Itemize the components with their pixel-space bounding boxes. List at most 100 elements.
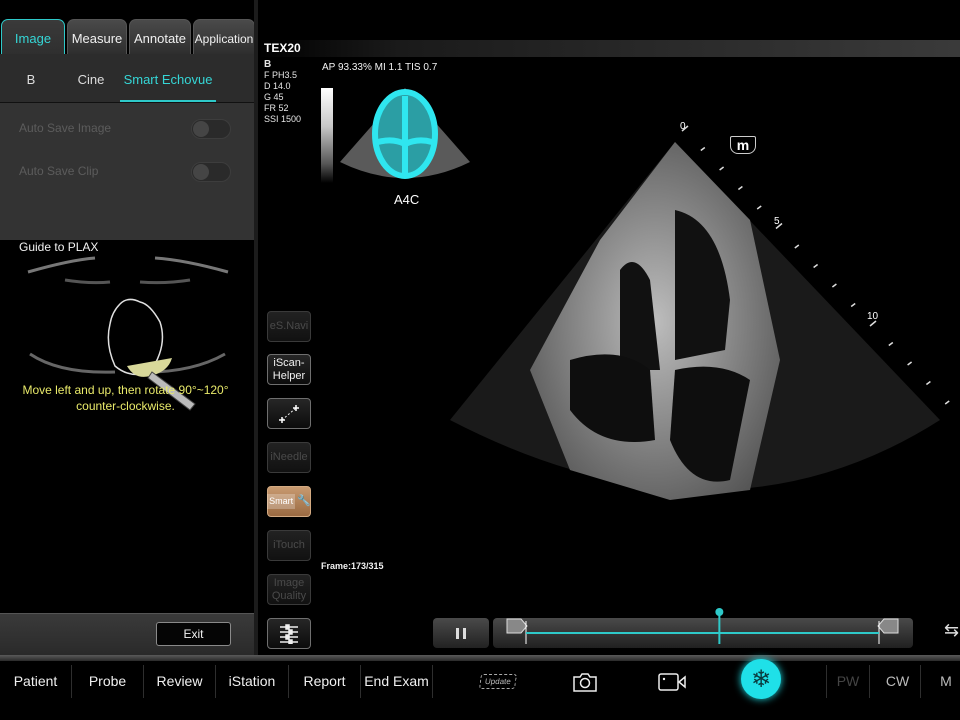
bottom-bar: Patient Probe Review iStation Report End… bbox=[0, 659, 960, 720]
auto-save-clip-toggle[interactable] bbox=[191, 162, 231, 182]
depth-tick bbox=[737, 185, 743, 191]
grayscale-bar bbox=[321, 88, 333, 183]
subtab-b[interactable]: B bbox=[0, 54, 62, 102]
depth-scale bbox=[681, 125, 950, 405]
tab-bar: Image Measure Annotate Application bbox=[0, 19, 258, 54]
panel-divider bbox=[254, 0, 258, 655]
param-ssi: SSI 1500 bbox=[264, 114, 302, 124]
smart-label: Smart bbox=[267, 494, 296, 509]
video-camera-icon bbox=[658, 672, 686, 691]
orientation-marker: m bbox=[730, 136, 756, 154]
depth-ticks bbox=[681, 125, 950, 405]
m-mode-button[interactable]: M bbox=[926, 665, 960, 698]
subtab-bar: B Cine Smart Echovue bbox=[0, 54, 254, 102]
pause-icon-bar bbox=[463, 627, 466, 639]
exit-button[interactable]: Exit bbox=[156, 622, 231, 646]
depth-tick bbox=[850, 302, 856, 308]
cine-position-handle[interactable] bbox=[715, 608, 724, 616]
review-button[interactable]: Review bbox=[144, 665, 216, 698]
param-frequency: F PH3.5 bbox=[264, 70, 298, 80]
param-depth: D 14.0 bbox=[264, 81, 291, 91]
guide-title: Guide to PLAX bbox=[19, 240, 99, 254]
pw-mode-button[interactable]: PW bbox=[826, 665, 870, 698]
auto-save-image-toggle[interactable] bbox=[191, 119, 231, 139]
pause-icon-bar bbox=[456, 627, 459, 639]
settings-panel: Auto Save Image Auto Save Clip bbox=[0, 102, 254, 240]
probe-button[interactable]: Probe bbox=[72, 665, 144, 698]
depth-tick bbox=[700, 146, 706, 152]
clavicle-right bbox=[154, 256, 229, 274]
image-quality-button[interactable]: Image Quality bbox=[267, 574, 311, 605]
depth-tick bbox=[944, 400, 950, 405]
depth-tick bbox=[888, 341, 894, 347]
istation-button[interactable]: iStation bbox=[216, 665, 289, 698]
smart-button[interactable]: Smart 🔧 bbox=[267, 486, 311, 517]
clavicle-left bbox=[27, 256, 96, 274]
caliper-button[interactable] bbox=[267, 398, 311, 429]
rib-lower-left bbox=[29, 352, 116, 374]
freeze-button[interactable]: ❄ bbox=[741, 659, 781, 699]
depth-tick bbox=[925, 380, 931, 386]
ineedle-button[interactable]: iNeedle bbox=[267, 442, 311, 473]
depth-tick bbox=[794, 244, 800, 249]
camera-icon bbox=[573, 672, 597, 692]
cine-start-handle[interactable] bbox=[506, 618, 528, 634]
auto-save-clip-label: Auto Save Clip bbox=[19, 164, 99, 178]
depth-tick bbox=[719, 166, 725, 171]
toggle-knob bbox=[193, 164, 209, 180]
tab-application[interactable]: Application bbox=[193, 19, 255, 54]
auto-save-image-label: Auto Save Image bbox=[19, 121, 112, 135]
frame-counter: Frame:173/315 bbox=[321, 561, 384, 571]
param-frame-rate: FR 52 bbox=[264, 103, 289, 113]
record-clip-button[interactable] bbox=[656, 665, 690, 698]
update-icon: Update bbox=[479, 674, 517, 689]
auto-save-clip-row: Auto Save Clip bbox=[19, 160, 231, 184]
cine-slider[interactable] bbox=[493, 604, 913, 648]
cine-end-handle[interactable] bbox=[877, 618, 899, 634]
snowflake-icon: ❄ bbox=[750, 665, 772, 693]
rib-left bbox=[64, 278, 111, 285]
param-gain: G 45 bbox=[264, 92, 284, 102]
imaging-mode: B bbox=[264, 59, 272, 70]
rib-right bbox=[139, 278, 191, 285]
depth-tick bbox=[831, 283, 837, 288]
imaging-params: B F PH3.5 D 14.0 G 45 FR 52 SSI 1500 bbox=[264, 59, 301, 125]
end-exam-button[interactable]: End Exam bbox=[361, 665, 433, 698]
acoustic-output: AP 93.33% MI 1.1 TIS 0.7 bbox=[322, 62, 438, 73]
depth-tick bbox=[775, 222, 783, 230]
subtab-smart-echovue[interactable]: Smart Echovue bbox=[120, 54, 216, 102]
settings-button[interactable] bbox=[267, 618, 311, 649]
iscan-helper-button[interactable]: iScan-Helper bbox=[267, 354, 311, 385]
left-panel-footer: Exit bbox=[0, 613, 254, 655]
guide-instruction-line1: Move left and up, then rotate 90°~120° bbox=[22, 383, 229, 397]
depth-tick bbox=[907, 361, 913, 366]
image-header-bar bbox=[258, 40, 960, 57]
subtab-cine[interactable]: Cine bbox=[62, 54, 120, 102]
swap-icon[interactable]: ⇆ bbox=[944, 620, 959, 641]
sliders-icon bbox=[280, 623, 298, 644]
tab-image[interactable]: Image bbox=[1, 19, 65, 54]
guide-instruction-line2: counter-clockwise. bbox=[76, 399, 175, 413]
patient-button[interactable]: Patient bbox=[0, 665, 72, 698]
depth-tick bbox=[681, 125, 689, 132]
capture-image-button[interactable] bbox=[568, 665, 602, 698]
report-button[interactable]: Report bbox=[289, 665, 361, 698]
depth-tick bbox=[813, 263, 819, 269]
scan-guide: Guide to PLAX Move left and up, then rot… bbox=[0, 240, 251, 613]
toggle-knob bbox=[193, 121, 209, 137]
cw-mode-button[interactable]: CW bbox=[875, 665, 921, 698]
view-label: A4C bbox=[394, 192, 420, 207]
es-navi-button[interactable]: eS.Navi bbox=[267, 311, 311, 342]
wrench-icon: 🔧 bbox=[297, 495, 311, 507]
pause-button[interactable] bbox=[433, 618, 489, 648]
guide-instruction: Move left and up, then rotate 90°~120° c… bbox=[0, 382, 251, 414]
probe-name: TEX20 bbox=[264, 41, 301, 55]
depth-tick bbox=[869, 320, 877, 327]
itouch-button[interactable]: iTouch bbox=[267, 530, 311, 561]
tab-annotate[interactable]: Annotate bbox=[129, 19, 191, 54]
update-button[interactable]: Update bbox=[476, 665, 520, 698]
depth-tick bbox=[756, 205, 762, 210]
tab-measure[interactable]: Measure bbox=[67, 19, 127, 54]
left-panel: Image Measure Annotate Application B Cin… bbox=[0, 0, 258, 655]
auto-save-image-row: Auto Save Image bbox=[19, 117, 231, 141]
